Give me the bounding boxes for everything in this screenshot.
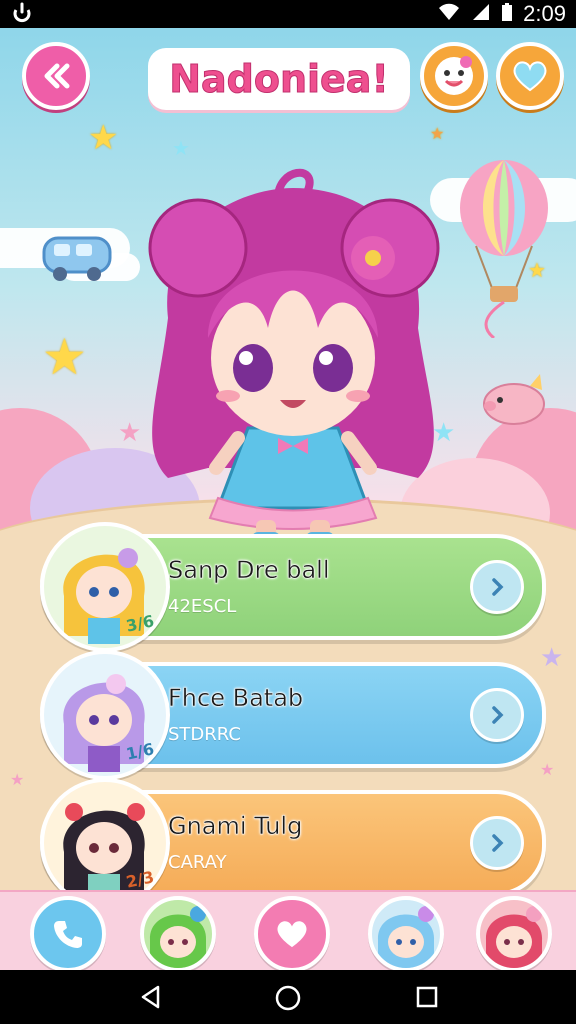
card-subtitle: 42ESCL (168, 596, 237, 617)
card-title: Gnami Tulg (168, 812, 303, 840)
card-subtitle: CARAY (168, 852, 227, 873)
clock: 2:09 (523, 1, 566, 26)
status-bar: 2:09 (0, 0, 576, 28)
star-icon: ★ (42, 328, 87, 386)
flying-pig-icon (483, 374, 545, 425)
tab-character-green[interactable] (140, 896, 216, 972)
recents-square-icon (416, 986, 438, 1008)
smiley-mascot-icon (435, 56, 473, 95)
red-hair-character-avatar (485, 906, 543, 968)
signal-icon (471, 2, 491, 27)
battery-icon (501, 2, 513, 27)
navigation-bar (0, 970, 576, 1024)
star-icon: ★ (540, 643, 564, 673)
toy-bus-icon (42, 236, 112, 281)
star-icon: ★ (540, 760, 555, 779)
game-title: Nadoniea! (148, 48, 410, 110)
tab-favorites[interactable] (254, 896, 330, 972)
avatar (40, 650, 170, 780)
tab-phone[interactable] (30, 896, 106, 972)
character-card[interactable]: 3/6 Sanp Dre ball 42ESCL (40, 522, 546, 652)
open-button[interactable] (470, 816, 524, 870)
nav-back-button[interactable] (138, 984, 164, 1014)
star-icon: ★ (172, 136, 190, 160)
tab-character-red[interactable] (476, 896, 552, 972)
heart-icon (513, 61, 547, 92)
chevron-right-icon (492, 706, 504, 724)
star-icon: ★ (10, 770, 25, 789)
home-circle-icon (275, 985, 301, 1011)
notification-icon (12, 2, 32, 29)
avatar (40, 778, 170, 908)
mascot-button[interactable] (420, 42, 488, 110)
avatar (40, 522, 170, 652)
chevron-right-icon (492, 578, 504, 596)
nav-home-button[interactable] (274, 984, 302, 1016)
main-character[interactable] (128, 168, 458, 558)
green-hair-character-avatar (149, 906, 207, 968)
star-icon: ★ (88, 118, 119, 158)
character-card[interactable]: 1/6 Fhce Batab STDRRC (40, 650, 546, 780)
chevron-right-icon (492, 834, 504, 852)
open-button[interactable] (470, 688, 524, 742)
heart-icon (277, 921, 307, 948)
open-button[interactable] (470, 560, 524, 614)
back-button[interactable] (22, 42, 90, 110)
hot-air-balloon (460, 160, 548, 338)
double-chevron-left-icon (44, 63, 70, 89)
card-subtitle: STDRRC (168, 724, 241, 745)
card-title: Fhce Batab (168, 684, 304, 712)
tab-character-blue[interactable] (368, 896, 444, 972)
wifi-icon (437, 2, 461, 27)
character-card[interactable]: 2/3 Gnami Tulg CARAY (40, 778, 546, 908)
phone-icon (54, 921, 82, 948)
favorites-button[interactable] (496, 42, 564, 110)
nav-recents-button[interactable] (414, 984, 440, 1014)
blue-hair-character-avatar (377, 906, 435, 968)
back-triangle-icon (141, 985, 160, 1009)
star-icon: ★ (430, 124, 445, 143)
bottom-tab-bar (0, 890, 576, 972)
card-title: Sanp Dre ball (168, 556, 330, 584)
